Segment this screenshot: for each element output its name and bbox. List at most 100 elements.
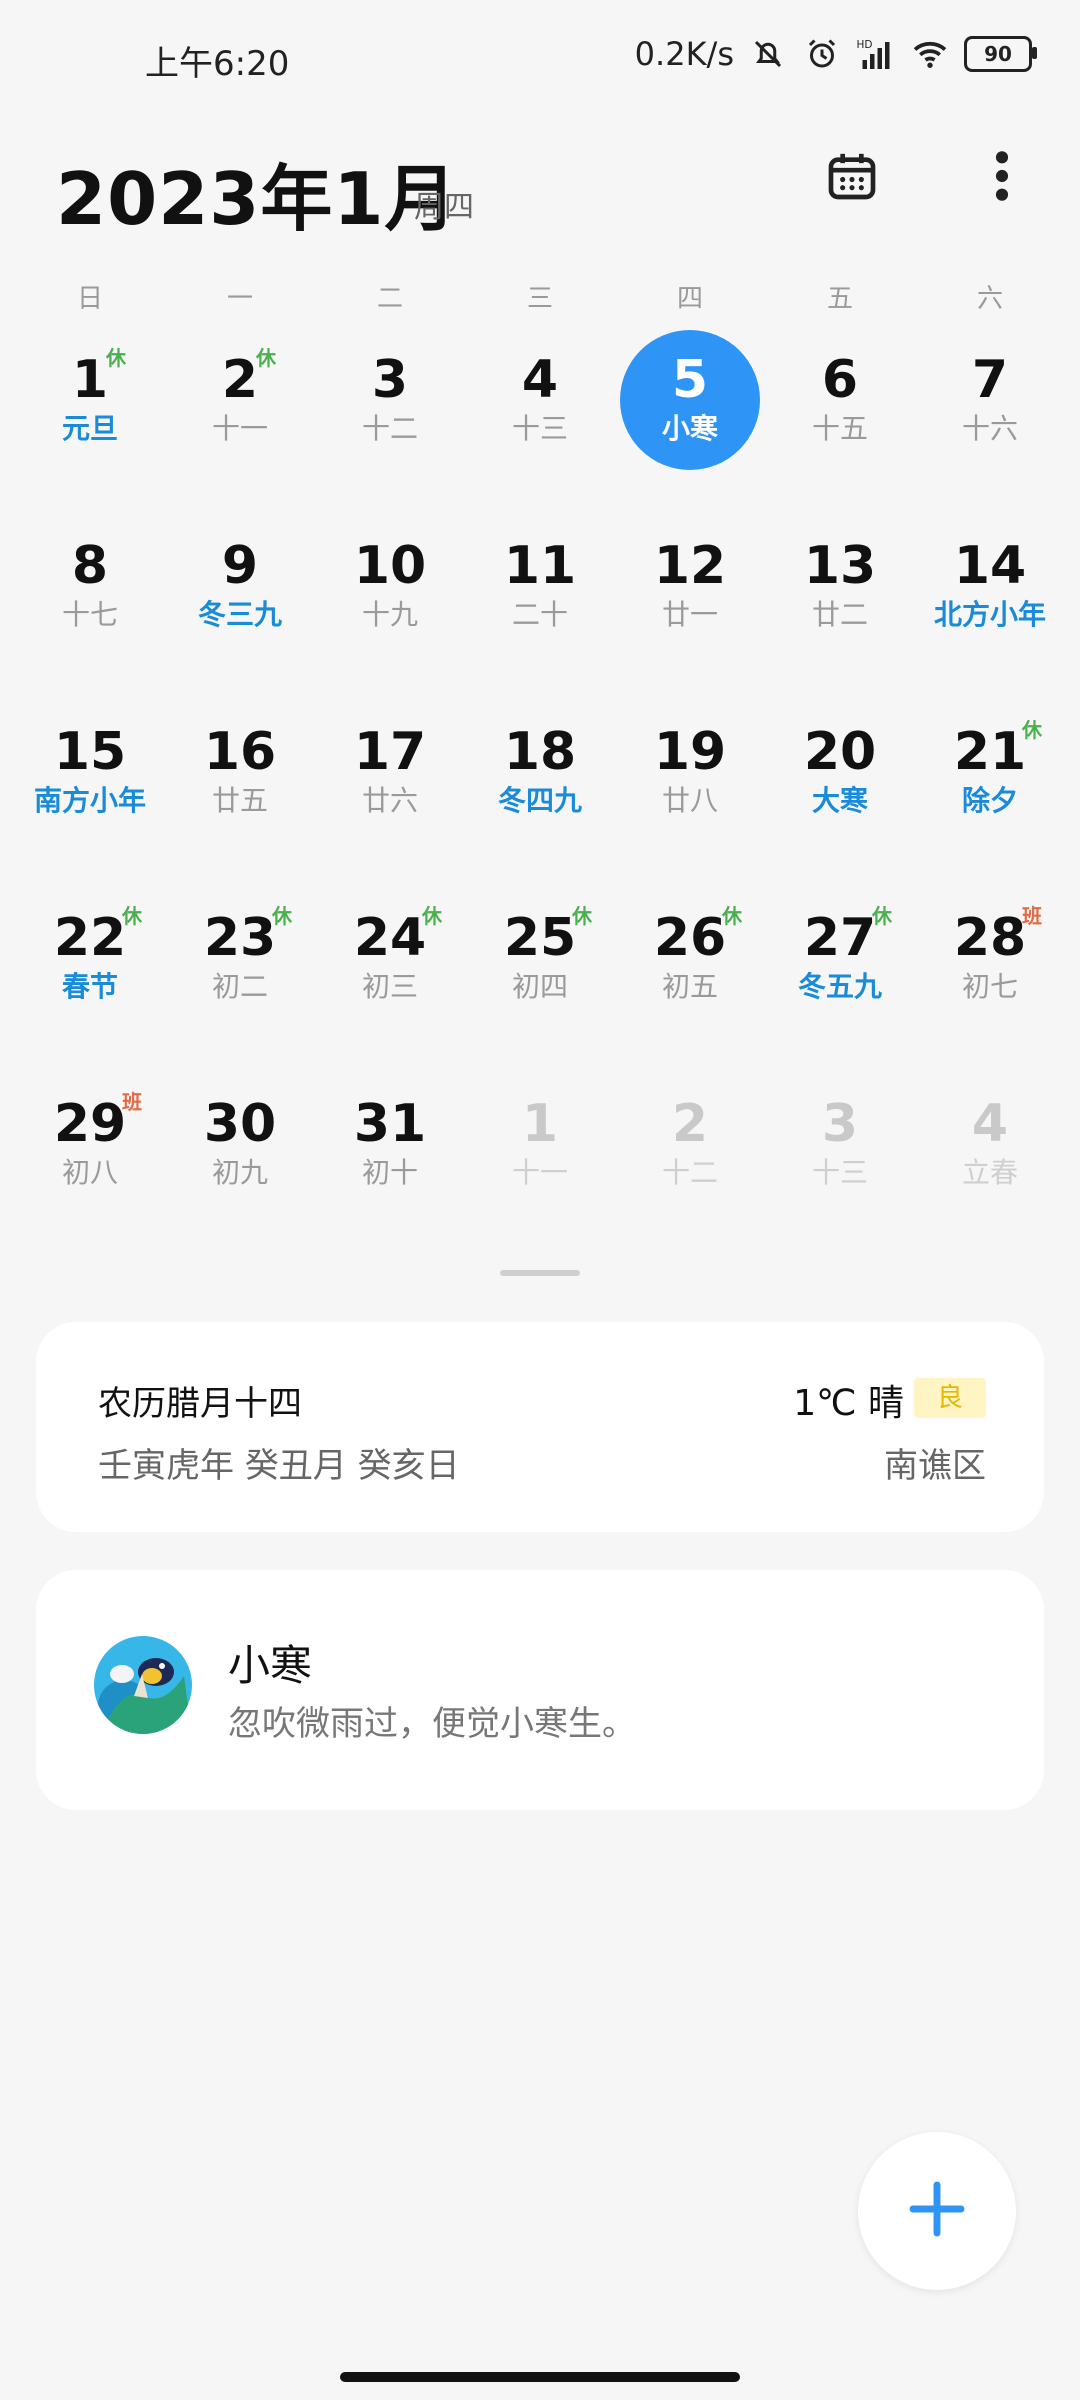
day-number: 16 (203, 722, 277, 782)
day-cell[interactable]: 30 初九 (165, 1086, 315, 1246)
status-icons: 0.2K/s HD 90 (635, 34, 1037, 74)
day-lunar-label: 十二 (361, 412, 418, 445)
mute-bell-icon (748, 34, 788, 74)
day-lunar-label: 廿二 (811, 598, 868, 631)
day-number: 4 (521, 350, 559, 410)
day-number: 4 (971, 1094, 1009, 1154)
day-cell[interactable]: 19 廿八 (615, 714, 765, 874)
day-number: 31 (353, 1094, 427, 1154)
day-lunar-label: 廿一 (661, 598, 718, 631)
plus-icon (905, 2177, 969, 2245)
day-cell[interactable]: 21 除夕 休 (915, 714, 1065, 874)
day-number: 18 (503, 722, 577, 782)
solar-term-card[interactable]: 小寒 忽吹微雨过，便觉小寒生。 (36, 1570, 1044, 1810)
month-title[interactable]: 2023年1月 (56, 140, 458, 245)
day-cell[interactable]: 22 春节 休 (15, 900, 165, 1060)
holiday-badge: 休 (122, 904, 142, 928)
holiday-badge: 休 (256, 346, 276, 370)
workday-badge: 班 (1022, 904, 1042, 928)
day-lunar-label: 十三 (811, 1156, 868, 1189)
solar-term-title: 小寒 (228, 1641, 313, 1690)
day-cell-today[interactable]: 5 小寒 (615, 330, 765, 502)
battery-level: 90 (984, 42, 1012, 66)
day-lunar-label: 廿八 (661, 784, 718, 817)
day-festival-label: 元旦 (61, 412, 118, 445)
status-time: 上午6:20 (145, 44, 290, 84)
day-festival-label: 春节 (61, 970, 118, 1003)
day-lunar-label: 初八 (61, 1156, 118, 1189)
day-cell[interactable]: 6 十五 (765, 342, 915, 502)
day-cell[interactable]: 15 南方小年 (15, 714, 165, 874)
home-indicator[interactable] (340, 2372, 740, 2382)
weekday-sun: 日 (76, 284, 103, 314)
day-cell[interactable]: 31 初十 (315, 1086, 465, 1246)
day-cell[interactable]: 2 十一 休 (165, 342, 315, 502)
day-cell[interactable]: 9 冬三九 (165, 528, 315, 688)
day-number: 9 (221, 536, 259, 596)
more-options-button[interactable] (962, 138, 1042, 218)
add-event-button[interactable] (858, 2132, 1016, 2290)
day-cell[interactable]: 2 十二 (615, 1086, 765, 1246)
day-cell[interactable]: 12 廿一 (615, 528, 765, 688)
day-cell[interactable]: 10 十九 (315, 528, 465, 688)
holiday-badge: 休 (722, 904, 742, 928)
holiday-badge: 休 (872, 904, 892, 928)
day-cell[interactable]: 3 十二 (315, 342, 465, 502)
calendar-today-button[interactable] (812, 138, 892, 218)
day-cell[interactable]: 27 冬五九 休 (765, 900, 915, 1060)
day-number: 19 (653, 722, 727, 782)
day-cell[interactable]: 29 初八 班 (15, 1086, 165, 1246)
day-number: 12 (653, 536, 727, 596)
weather-summary: 1℃ 晴 (793, 1383, 904, 1424)
day-lunar-label: 初四 (511, 970, 568, 1003)
day-cell[interactable]: 11 二十 (465, 528, 615, 688)
day-cell[interactable]: 18 冬四九 (465, 714, 615, 874)
day-cell[interactable]: 23 初二 休 (165, 900, 315, 1060)
day-lunar-label: 廿五 (211, 784, 268, 817)
day-cell[interactable]: 8 十七 (15, 528, 165, 688)
day-cell[interactable]: 4 立春 (915, 1086, 1065, 1246)
day-number: 17 (353, 722, 427, 782)
day-number: 6 (821, 350, 859, 410)
day-number: 3 (371, 350, 409, 410)
day-cell[interactable]: 16 廿五 (165, 714, 315, 874)
day-number: 25 (503, 908, 577, 968)
day-festival-label: 冬五九 (797, 970, 882, 1003)
day-lunar-label: 初九 (211, 1156, 268, 1189)
lunar-info-card[interactable]: 农历腊月十四 壬寅虎年 癸丑月 癸亥日 1℃ 晴 良 南谯区 (36, 1322, 1044, 1532)
day-number: 21 (953, 722, 1027, 782)
day-lunar-label: 十三 (511, 412, 568, 445)
day-cell[interactable]: 28 初七 班 (915, 900, 1065, 1060)
holiday-badge: 休 (1022, 718, 1042, 742)
day-lunar-label: 十九 (361, 598, 418, 631)
drag-handle[interactable] (500, 1270, 580, 1276)
day-cell[interactable]: 4 十三 (465, 342, 615, 502)
day-number: 5 (671, 350, 709, 410)
day-cell[interactable]: 17 廿六 (315, 714, 465, 874)
day-number: 13 (803, 536, 877, 596)
weekday-wed: 三 (526, 284, 553, 314)
day-cell[interactable]: 7 十六 (915, 342, 1065, 502)
day-festival-label: 冬四九 (497, 784, 582, 817)
day-cell[interactable]: 26 初五 休 (615, 900, 765, 1060)
day-cell[interactable]: 14 北方小年 (915, 528, 1065, 688)
day-lunar-label: 初十 (361, 1156, 418, 1189)
day-cell[interactable]: 1 十一 (465, 1086, 615, 1246)
day-number: 11 (503, 536, 577, 596)
day-festival-label: 除夕 (961, 784, 1018, 817)
day-cell[interactable]: 24 初三 休 (315, 900, 465, 1060)
day-number: 10 (353, 536, 427, 596)
weekday-label: 周四 (414, 190, 474, 225)
day-cell[interactable]: 25 初四 休 (465, 900, 615, 1060)
day-lunar-label: 初三 (361, 970, 418, 1003)
alarm-icon (802, 34, 842, 74)
calendar-icon (824, 148, 880, 208)
day-cell[interactable]: 1 元旦 休 (15, 342, 165, 502)
day-number: 24 (353, 908, 427, 968)
day-number: 20 (803, 722, 877, 782)
day-cell[interactable]: 3 十三 (765, 1086, 915, 1246)
holiday-badge: 休 (106, 346, 126, 370)
day-cell[interactable]: 13 廿二 (765, 528, 915, 688)
lunar-date: 农历腊月十四 (98, 1384, 302, 1424)
day-cell[interactable]: 20 大寒 (765, 714, 915, 874)
